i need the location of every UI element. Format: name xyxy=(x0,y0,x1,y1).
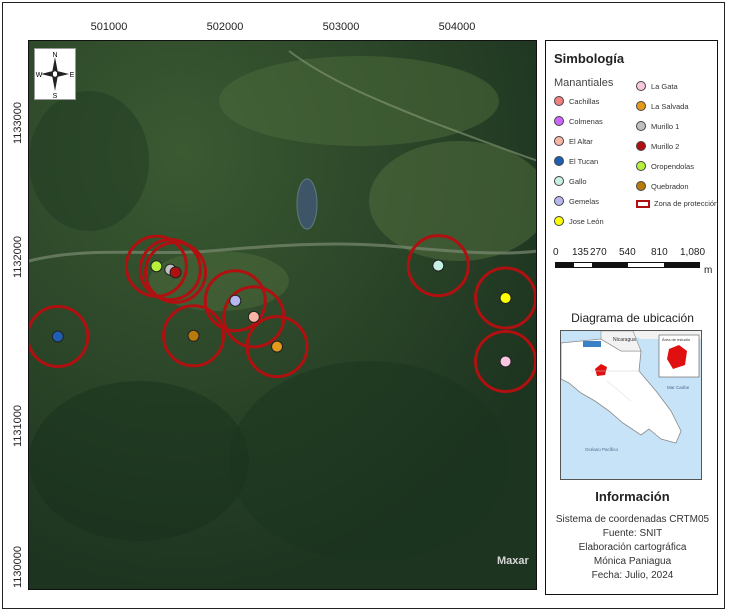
spring-point[interactable] xyxy=(499,355,512,368)
scale-label: 135 xyxy=(572,247,589,258)
north-arrow: N S W E xyxy=(34,48,76,100)
spring-point[interactable] xyxy=(150,260,163,273)
inset-label-caribbean: Mar Caribe xyxy=(667,385,690,390)
legend-swatch xyxy=(554,136,564,146)
zone-swatch xyxy=(636,199,650,208)
spring-point[interactable] xyxy=(271,340,284,353)
x-tick-label: 502000 xyxy=(206,21,244,33)
info-title: Información xyxy=(595,489,670,504)
legend-swatch xyxy=(554,216,564,226)
compass-n: N xyxy=(52,52,57,59)
compass-w: W xyxy=(36,72,43,79)
legend-item: Cachillas xyxy=(554,96,599,106)
legend-label: Jose León xyxy=(569,216,604,226)
scale-label: 540 xyxy=(619,247,636,258)
legend-swatch xyxy=(554,176,564,186)
spring-point[interactable] xyxy=(247,310,260,323)
legend-item: Murillo 1 xyxy=(636,121,679,131)
spring-point[interactable] xyxy=(51,330,64,343)
legend-swatch xyxy=(636,161,646,171)
legend-swatch xyxy=(636,181,646,191)
location-title: Diagrama de ubicación xyxy=(571,311,694,325)
y-tick-label: 1132000 xyxy=(12,235,24,278)
legend-item: Murillo 2 xyxy=(636,141,679,151)
info-line: Fecha: Julio, 2024 xyxy=(591,570,674,581)
spring-point[interactable] xyxy=(499,292,512,304)
legend-swatch xyxy=(636,141,646,151)
scale-label: 1,080 xyxy=(680,247,706,258)
info-line: Mónica Paniagua xyxy=(593,556,672,567)
y-tick-label: 1130000 xyxy=(12,545,24,588)
legend-label: Gemelas xyxy=(569,196,600,206)
y-tick-label: 1133000 xyxy=(12,101,24,144)
scale-label: 0 xyxy=(553,247,559,258)
legend-item: El Altar xyxy=(554,136,593,146)
legend-item: Colmenas xyxy=(554,116,603,126)
legend-item: Jose León xyxy=(554,216,604,226)
inset-label-pacific: Océano Pacífico xyxy=(585,447,619,452)
legend-item: Quebradon xyxy=(636,181,689,191)
satellite-map[interactable] xyxy=(28,40,537,590)
legend-label: Gallo xyxy=(569,176,587,186)
spring-point[interactable] xyxy=(169,266,182,279)
spring-point[interactable] xyxy=(432,259,445,272)
legend-label: Zona de protección xyxy=(654,199,719,208)
legend-title: Simbología xyxy=(554,51,625,66)
scale-label: 270 xyxy=(590,247,607,258)
x-tick-label: 504000 xyxy=(438,21,476,33)
compass-e: E xyxy=(70,72,75,79)
legend-label: El Tucan xyxy=(569,156,599,166)
inset-label-study: Área de estudio xyxy=(662,337,691,342)
legend-label: Oropendolas xyxy=(651,161,694,171)
inset-label-nicaragua: Nicaragua xyxy=(613,337,636,343)
lake xyxy=(296,178,318,230)
legend-label: Murillo 1 xyxy=(651,121,680,131)
legend-label: Murillo 2 xyxy=(651,141,680,151)
scale-label: 810 xyxy=(651,247,668,258)
legend-swatch xyxy=(636,101,646,111)
legend-label: Colmenas xyxy=(569,116,603,126)
legend-item: Oropendolas xyxy=(636,161,694,171)
compass-s: S xyxy=(53,93,58,99)
info-line: Fuente: SNIT xyxy=(602,528,663,539)
legend-item: El Tucan xyxy=(554,156,598,166)
legend-swatch xyxy=(554,196,564,206)
info-line: Elaboración cartográfica xyxy=(578,542,687,553)
legend-item: Gallo xyxy=(554,176,587,186)
legend-label: Quebradon xyxy=(651,181,689,191)
legend-item-zone: Zona de protección xyxy=(636,199,718,208)
legend-item: La Gata xyxy=(636,81,678,91)
info-line: Sistema de coordenadas CRTM05 xyxy=(555,514,710,525)
map-canvas xyxy=(29,41,536,589)
legend-item: La Salvada xyxy=(636,101,689,111)
x-tick-label: 501000 xyxy=(90,21,128,33)
legend-swatch xyxy=(554,116,564,126)
legend-panel: Simbología Manantiales Cachillas Colmena… xyxy=(545,40,718,595)
x-tick-label: 503000 xyxy=(322,21,360,33)
legend-item: Gemelas xyxy=(554,196,599,206)
scale-unit: m xyxy=(704,265,713,276)
location-inset-map: Nicaragua Área de estudio Mar Caribe Océ… xyxy=(560,330,702,480)
legend-label: El Altar xyxy=(569,136,593,146)
legend-swatch xyxy=(554,96,564,106)
scale-bar xyxy=(555,262,700,268)
spring-point[interactable] xyxy=(229,294,242,307)
spring-point[interactable] xyxy=(187,329,200,342)
legend-swatch xyxy=(636,81,646,91)
compass-icon: N S W E xyxy=(36,52,75,100)
inset-canvas: Nicaragua Área de estudio Mar Caribe Océ… xyxy=(561,331,701,479)
legend-label: Cachillas xyxy=(569,96,600,106)
legend-label: La Salvada xyxy=(651,101,689,111)
y-tick-label: 1131000 xyxy=(12,404,24,447)
legend-label: La Gata xyxy=(651,81,678,91)
maxar-watermark: Maxar xyxy=(497,555,529,567)
legend-subtitle: Manantiales xyxy=(554,77,614,89)
legend-swatch xyxy=(554,156,564,166)
legend-swatch xyxy=(636,121,646,131)
